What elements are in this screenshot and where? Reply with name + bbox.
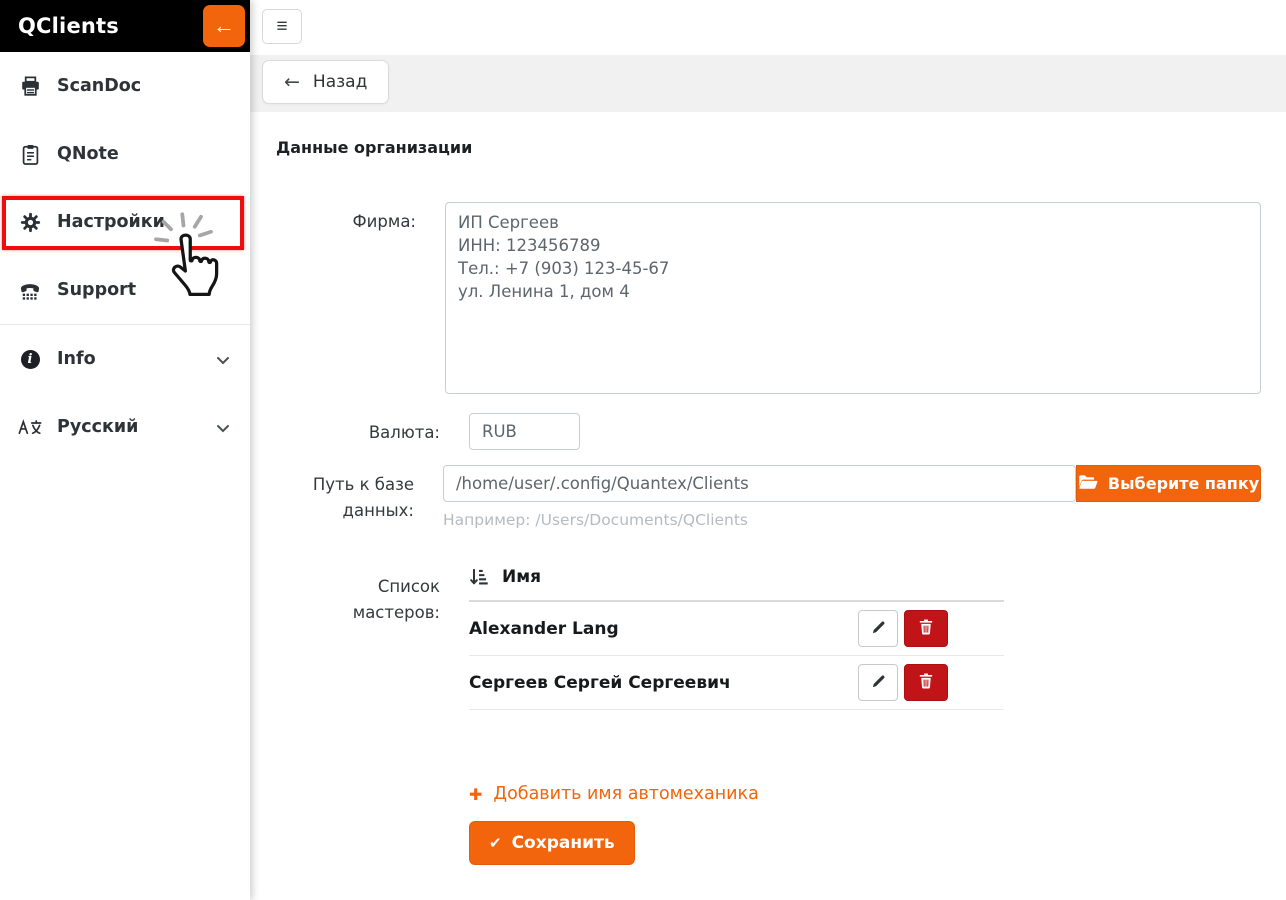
hamburger-icon: ≡ [276,15,288,37]
arrow-left-icon: ← [213,13,235,38]
masters-table-header[interactable]: Имя [469,567,1004,602]
printer-icon [18,75,42,97]
firm-row: Фирма: ИП Сергеев ИНН: 123456789 Тел.: +… [276,202,1261,398]
section-title: Данные организации [276,138,473,157]
sidebar-item-label: ScanDoc [57,76,142,96]
chevron-down-icon [216,350,230,369]
currency-row: Валюта: [276,413,1261,450]
save-button[interactable]: ✔ Сохранить [469,821,635,865]
table-row: Alexander Lang [469,602,1004,656]
app-title: QClients [18,14,119,38]
phone-icon [18,280,42,300]
master-name: Alexander Lang [469,618,619,639]
delete-button[interactable] [904,610,948,647]
sidebar-header: QClients ← [0,0,250,52]
sidebar-item-qnote[interactable]: QNote [0,120,250,188]
edit-button[interactable] [858,610,898,647]
topbar: ≡ [250,0,1286,55]
back-button-label: Назад [312,72,368,92]
organization-form: Фирма: ИП Сергеев ИНН: 123456789 Тел.: +… [276,202,1261,865]
currency-input[interactable] [469,413,580,450]
currency-label: Валюта: [368,423,440,442]
choose-folder-label: Выберите папку [1107,474,1260,493]
sidebar-item-label: Info [57,349,96,369]
toolbar: ← Назад [250,55,1286,112]
arrow-left-icon: ← [284,71,300,93]
edit-button[interactable] [858,664,898,701]
sidebar-item-label: Настройки [57,212,165,232]
sidebar-item-label: Русский [57,417,139,437]
sidebar-collapse-button[interactable]: ← [203,5,245,47]
pencil-icon [871,674,886,692]
folder-open-icon [1078,474,1098,494]
main-area: ≡ ← Назад Данные организации Фирма: ИП С… [250,0,1286,900]
language-icon [18,418,42,436]
info-icon: i [18,349,42,369]
masters-table: Имя Alexander Lang Сергеев Сергей Сергее… [469,567,1004,710]
table-row: Сергеев Сергей Сергеевич [469,656,1004,710]
clipboard-icon [18,144,42,165]
sidebar-item-label: Support [57,280,137,300]
plus-icon: ✚ [469,784,483,804]
master-name: Сергеев Сергей Сергеевич [469,672,731,693]
sidebar-item-language[interactable]: Русский [0,393,250,461]
app-window: QClients ← ScanDoc QNote Настройки Suppo… [0,0,1286,900]
back-button[interactable]: ← Назад [262,60,390,104]
trash-icon [919,619,933,638]
chevron-down-icon [216,418,230,437]
delete-button[interactable] [904,664,948,701]
gear-icon [18,212,42,233]
hamburger-menu-button[interactable]: ≡ [262,9,302,44]
firm-textarea[interactable]: ИП Сергеев ИНН: 123456789 Тел.: +7 (903)… [445,202,1261,394]
sidebar-item-support[interactable]: Support [0,256,250,324]
db-path-input[interactable] [443,465,1076,502]
sort-amount-down-icon [469,567,489,587]
add-mechanic-link[interactable]: ✚ Добавить имя автомеханика [469,784,759,804]
choose-folder-button[interactable]: Выберите папку [1076,465,1261,502]
pencil-icon [871,620,886,638]
sidebar-item-scandoc[interactable]: ScanDoc [0,52,250,120]
sidebar-item-label: QNote [57,144,119,164]
check-icon: ✔ [489,834,502,852]
masters-row: Список мастеров: Имя Alexander Lang Серг… [276,567,1261,710]
settings-panel: Данные организации Фирма: ИП Сергеев ИНН… [250,112,1286,865]
trash-icon [919,673,933,692]
column-header-name: Имя [502,567,542,587]
sidebar: QClients ← ScanDoc QNote Настройки Suppo… [0,0,250,900]
db-path-hint: Например: /Users/Documents/QClients [443,511,749,529]
save-button-label: Сохранить [511,833,615,853]
db-path-row: Путь к базе данных: Выберите папку На [276,465,1261,529]
masters-label: Список мастеров: [352,577,440,623]
add-mechanic-label: Добавить имя автомеханика [493,784,759,804]
db-path-label: Путь к базе данных: [312,475,414,521]
sidebar-item-settings[interactable]: Настройки [0,188,250,256]
firm-label: Фирма: [352,212,416,231]
form-actions: ✚ Добавить имя автомеханика ✔ Сохранить [469,784,1261,865]
sidebar-item-info[interactable]: i Info [0,325,250,393]
